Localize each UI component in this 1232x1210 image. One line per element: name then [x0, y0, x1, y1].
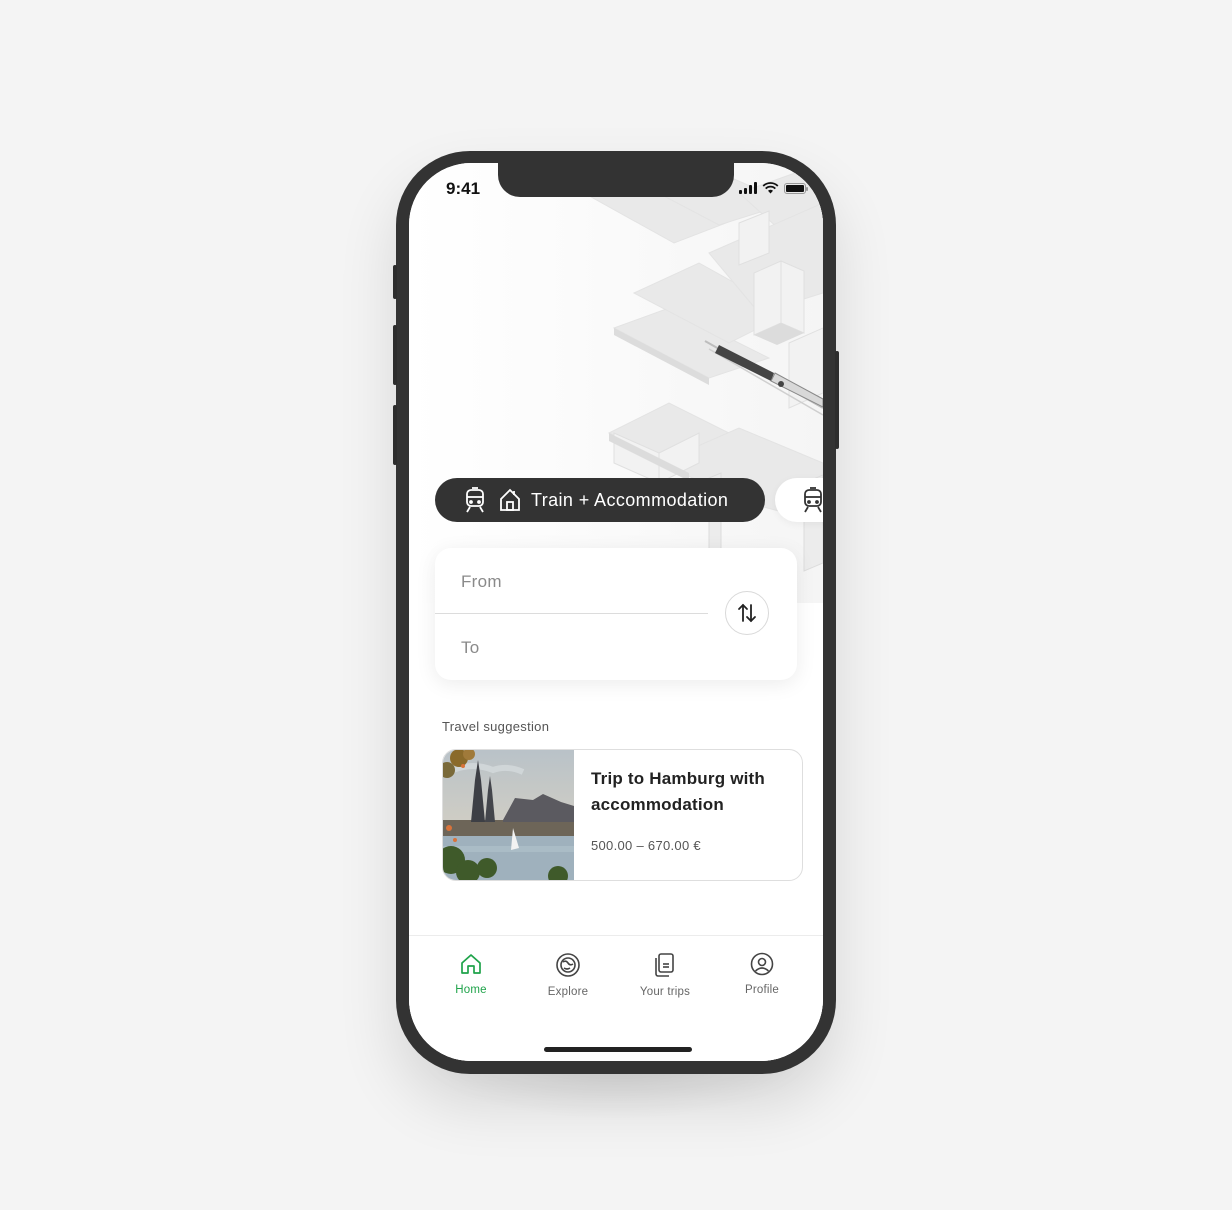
section-title: Travel suggestion [442, 719, 550, 734]
mute-switch [393, 265, 397, 299]
tab-your-trips-label: Your trips [639, 986, 691, 998]
mode-train-accommodation-chip[interactable]: Train + Accommodation [435, 478, 765, 522]
volume-up-button [393, 325, 397, 385]
trip-title: Trip to Hamburg with accommodation [591, 769, 765, 814]
power-button [835, 351, 839, 449]
phone-frame: 9:41 Train + Accommodation From To Trave… [393, 151, 839, 1074]
tab-profile[interactable]: Profile [722, 952, 802, 996]
tab-home-label: Home [455, 984, 487, 996]
home-icon [461, 954, 481, 974]
app-screen: 9:41 Train + Accommodation From To Trave… [409, 163, 823, 1061]
bottom-tab-bar: Home Explore Your trips Profile [409, 935, 823, 1061]
mode-train-chip[interactable] [775, 478, 823, 522]
tab-profile-label: Profile [745, 984, 779, 996]
home-indicator[interactable] [544, 1047, 692, 1052]
trip-price: 500.00 – 670.00 € [591, 838, 701, 853]
tab-explore[interactable]: Explore [528, 952, 608, 998]
train-icon [466, 487, 484, 513]
train-icon [804, 487, 822, 513]
notch [498, 163, 734, 197]
wifi-icon [762, 182, 779, 194]
route-search-card: From To [435, 548, 797, 680]
globe-icon [556, 953, 580, 977]
tab-your-trips[interactable]: Your trips [625, 952, 705, 998]
to-field[interactable]: To [461, 638, 480, 658]
hamburg-photo [443, 750, 574, 880]
from-field[interactable]: From [461, 572, 502, 592]
field-divider [435, 613, 708, 614]
swap-vertical-icon [738, 603, 756, 623]
profile-icon [750, 952, 774, 976]
house-icon [500, 488, 520, 511]
ticket-icon [655, 953, 674, 977]
trip-suggestion-card[interactable]: Trip to Hamburg with accommodation 500.0… [442, 749, 803, 881]
tab-explore-label: Explore [547, 986, 589, 998]
status-icons [739, 182, 808, 194]
swap-button[interactable] [725, 591, 769, 635]
mode-chip-label: Train + Accommodation [531, 489, 729, 510]
battery-icon [784, 182, 808, 194]
tab-home[interactable]: Home [431, 952, 511, 996]
signal-icon [739, 182, 757, 194]
status-time: 9:41 [446, 179, 481, 198]
city-illustration [409, 163, 823, 603]
volume-down-button [393, 405, 397, 465]
